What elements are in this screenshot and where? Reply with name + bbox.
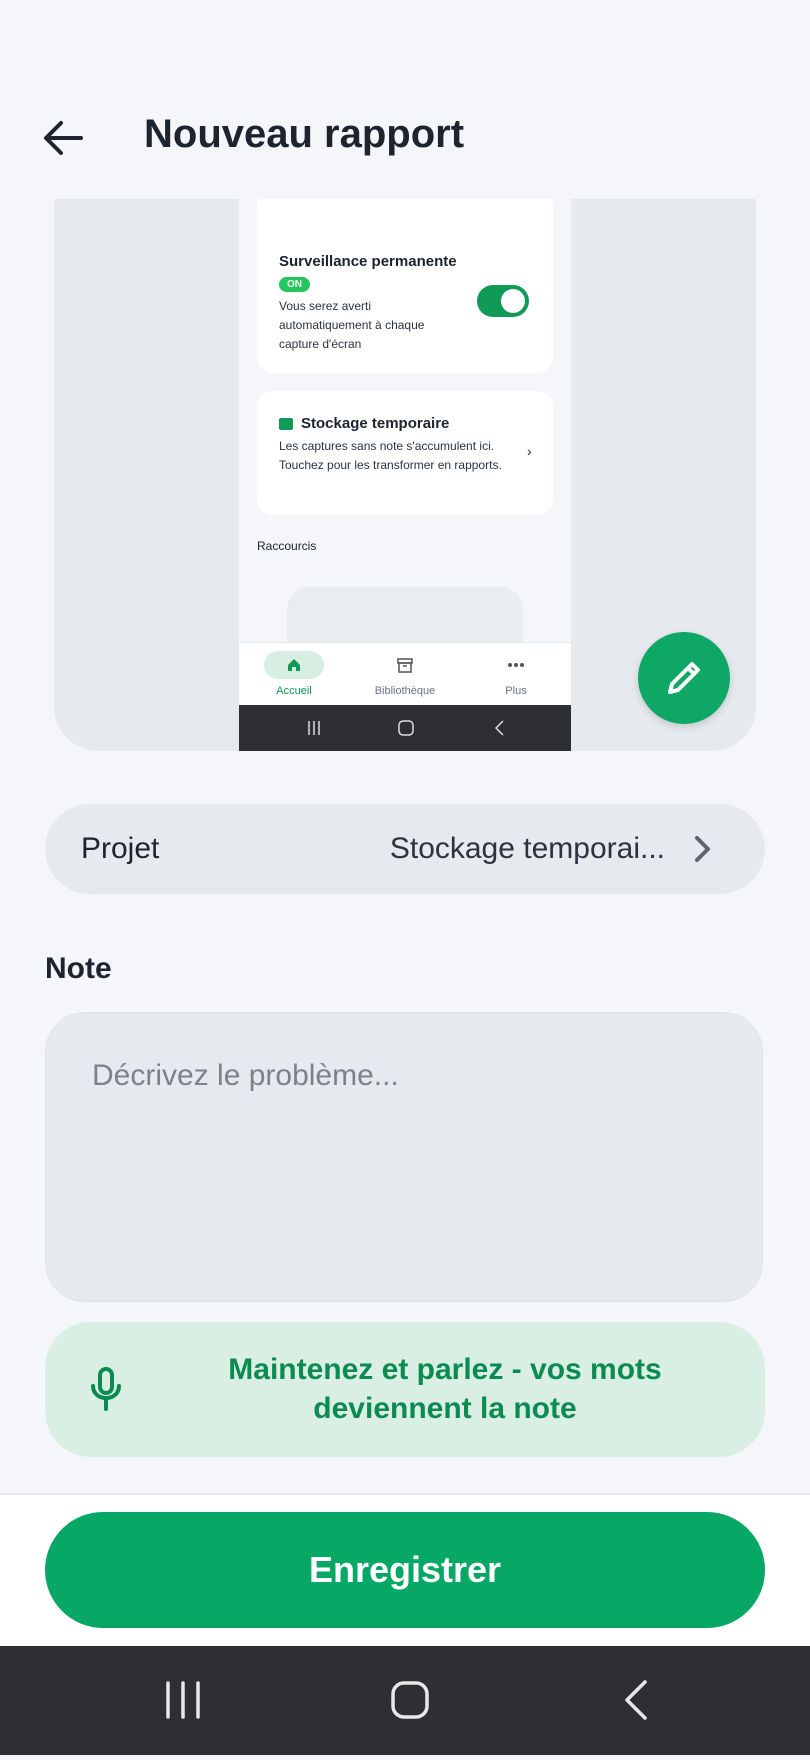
archive-icon bbox=[397, 658, 413, 673]
status-badge: ON bbox=[279, 277, 310, 292]
monitoring-title: Surveillance permanente bbox=[279, 253, 457, 270]
preview-nav-home: Accueil bbox=[239, 651, 349, 697]
chevron-right-icon: › bbox=[527, 443, 532, 459]
preview-system-bar bbox=[239, 705, 571, 751]
page-title: Nouveau rapport bbox=[144, 112, 465, 156]
home-icon[interactable] bbox=[391, 1681, 429, 1719]
back-icon[interactable] bbox=[625, 1680, 647, 1720]
temp-storage-title: Stockage temporaire bbox=[301, 415, 450, 432]
voice-input-button[interactable]: Maintenez et parlez - vos mots deviennen… bbox=[45, 1322, 765, 1457]
note-input[interactable] bbox=[90, 1057, 714, 1261]
microphone-icon bbox=[91, 1367, 121, 1411]
inbox-icon bbox=[279, 418, 293, 430]
preview-phone-screen: Surveillance permanente ON Vous serez av… bbox=[239, 199, 571, 751]
home-icon bbox=[288, 659, 300, 671]
nav-label: Bibliothèque bbox=[374, 685, 436, 697]
voice-instruction: Maintenez et parlez - vos mots deviennen… bbox=[228, 1353, 662, 1425]
temp-storage-description: Les captures sans note s'accumulent ici.… bbox=[279, 439, 502, 472]
temp-storage-card: Stockage temporaire Les captures sans no… bbox=[257, 391, 553, 515]
preview-nav-more: Plus bbox=[461, 651, 571, 697]
preview-bottom-nav: Accueil Bibliothèque Plus bbox=[239, 642, 571, 706]
project-value: Stockage temporai... bbox=[389, 832, 665, 865]
pencil-icon bbox=[668, 662, 700, 694]
more-icon bbox=[508, 663, 524, 667]
save-button[interactable]: Enregistrer bbox=[45, 1512, 765, 1628]
arrow-left-icon bbox=[44, 121, 83, 155]
project-selector[interactable]: Projet Stockage temporai... bbox=[45, 804, 765, 894]
shortcuts-label: Raccourcis bbox=[257, 539, 317, 553]
chevron-right-icon bbox=[695, 836, 710, 862]
nav-label: Accueil bbox=[276, 685, 312, 697]
edit-button[interactable] bbox=[638, 632, 730, 724]
note-label: Note bbox=[45, 952, 112, 985]
system-nav-bar bbox=[0, 1646, 810, 1755]
project-label: Projet bbox=[81, 832, 160, 865]
monitoring-description: Vous serez averti automatiquement à chaq… bbox=[279, 299, 425, 351]
monitoring-toggle bbox=[477, 285, 529, 317]
nav-label: Plus bbox=[505, 685, 527, 697]
monitoring-card: Surveillance permanente ON Vous serez av… bbox=[257, 199, 553, 373]
recent-apps-icon[interactable] bbox=[166, 1681, 200, 1719]
back-button[interactable] bbox=[30, 105, 96, 171]
preview-nav-library: Bibliothèque bbox=[350, 651, 460, 697]
note-field[interactable] bbox=[45, 1012, 763, 1302]
